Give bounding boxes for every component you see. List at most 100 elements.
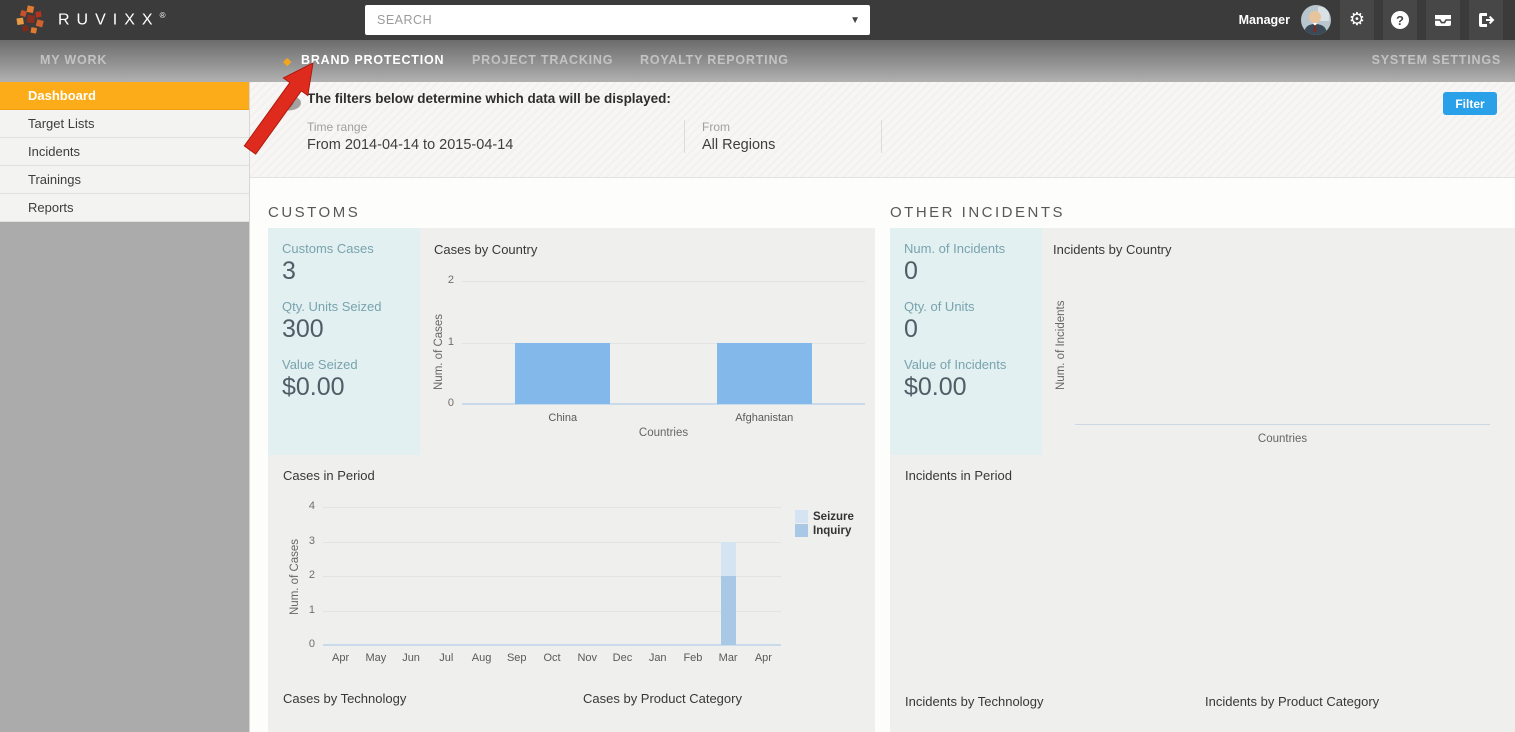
y-tick-label: 2 bbox=[432, 274, 454, 286]
sidebar-item-incidents[interactable]: Incidents bbox=[0, 138, 249, 166]
x-tick-label: Afghanistan bbox=[732, 412, 796, 424]
stat-value: 0 bbox=[904, 257, 1042, 286]
nav-my-work[interactable]: MY WORK bbox=[40, 53, 107, 67]
sign-out-icon bbox=[1476, 11, 1496, 29]
sidebar-item-target-lists[interactable]: Target Lists bbox=[0, 110, 249, 138]
stat-value: $0.00 bbox=[282, 373, 420, 402]
gridline bbox=[323, 611, 781, 612]
filter-field-label: From bbox=[702, 120, 861, 134]
incidents-by-country-chart: Incidents by Country Countries Num. of I… bbox=[1043, 240, 1503, 450]
user-avatar[interactable] bbox=[1301, 5, 1331, 35]
settings-button[interactable]: ⚙ bbox=[1340, 0, 1374, 40]
brand-logo[interactable]: RUVIXX® bbox=[14, 4, 165, 36]
x-axis-label: Countries bbox=[1075, 433, 1490, 445]
gear-icon: ⚙ bbox=[1349, 11, 1365, 29]
nav-royalty-reporting[interactable]: ROYALTY REPORTING bbox=[640, 53, 789, 67]
bar-Afghanistan[interactable] bbox=[717, 343, 812, 405]
incidents-by-technology-title: Incidents by Technology bbox=[905, 694, 1044, 709]
filter-field-label: Time range bbox=[307, 120, 664, 134]
y-tick-label: 0 bbox=[293, 638, 315, 650]
search-input[interactable] bbox=[365, 13, 840, 27]
nav-system-settings[interactable]: SYSTEM SETTINGS bbox=[1372, 53, 1501, 67]
legend-swatch bbox=[795, 510, 808, 523]
customs-panel: Customs Cases 3 Qty. Units Seized 300 Va… bbox=[268, 228, 875, 732]
active-nav-diamond-icon: ◆ bbox=[283, 55, 291, 68]
sidebar: Dashboard Target Lists Incidents Trainin… bbox=[0, 82, 250, 732]
axis-baseline bbox=[1075, 424, 1490, 425]
chart-title: Incidents by Country bbox=[1053, 242, 1172, 257]
logout-button[interactable] bbox=[1469, 0, 1503, 40]
nav-brand-protection[interactable]: BRAND PROTECTION bbox=[301, 53, 444, 67]
filter-bar: The filters below determine which data w… bbox=[250, 82, 1515, 178]
inbox-tray-icon bbox=[1433, 11, 1453, 29]
avatar-photo bbox=[1301, 5, 1331, 35]
y-tick-label: 4 bbox=[293, 500, 315, 512]
y-tick-label: 0 bbox=[432, 397, 454, 409]
gridline bbox=[323, 576, 781, 577]
cases-in-period-chart: Cases in Period 01234AprMayJunJulAugSepO… bbox=[283, 468, 860, 678]
sidebar-item-reports[interactable]: Reports bbox=[0, 194, 249, 222]
nav-project-tracking[interactable]: PROJECT TRACKING bbox=[472, 53, 613, 67]
filter-field-time-range: Time range From 2014-04-14 to 2015-04-14 bbox=[307, 120, 685, 153]
dashboard-content: CUSTOMS OTHER INCIDENTS Customs Cases 3 … bbox=[250, 178, 1515, 732]
stat-value: 3 bbox=[282, 257, 420, 286]
y-axis-label: Num. of Cases bbox=[433, 314, 445, 390]
stat-qty-of-units: Qty. of Units 0 bbox=[890, 286, 1042, 344]
incidents-by-product-category-title: Incidents by Product Category bbox=[1205, 694, 1379, 709]
bar-inquiry-Mar[interactable] bbox=[721, 576, 736, 645]
legend-swatch bbox=[795, 524, 808, 537]
filter-field-region: From All Regions bbox=[685, 120, 882, 153]
stat-label: Value of Incidents bbox=[904, 357, 1042, 372]
incidents-panel: Num. of Incidents 0 Qty. of Units 0 Valu… bbox=[890, 228, 1515, 732]
filter-field-value: From 2014-04-14 to 2015-04-14 bbox=[307, 137, 664, 153]
incidents-stats: Num. of Incidents 0 Qty. of Units 0 Valu… bbox=[890, 228, 1042, 455]
stat-value: $0.00 bbox=[904, 373, 1042, 402]
inbox-button[interactable] bbox=[1426, 0, 1460, 40]
bar-seizure-Mar[interactable] bbox=[721, 542, 736, 577]
chart-plot: 012ChinaAfghanistan bbox=[462, 281, 865, 404]
main-nav: MY WORK ◆ BRAND PROTECTION PROJECT TRACK… bbox=[0, 40, 1515, 82]
chart-title: Cases by Country bbox=[434, 242, 537, 257]
incidents-in-period-title: Incidents in Period bbox=[905, 468, 1012, 483]
stat-customs-cases: Customs Cases 3 bbox=[268, 228, 420, 286]
chart-title: Cases in Period bbox=[283, 468, 375, 483]
stat-label: Qty. of Units bbox=[904, 299, 1042, 314]
y-axis-label: Num. of Cases bbox=[289, 539, 301, 615]
axis-baseline bbox=[323, 644, 781, 646]
stat-label: Num. of Incidents bbox=[904, 241, 1042, 256]
cases-by-technology-title: Cases by Technology bbox=[283, 691, 406, 706]
brand-name: RUVIXX® bbox=[58, 11, 165, 29]
cases-by-product-category-title: Cases by Product Category bbox=[583, 691, 742, 706]
legend-label: Seizure bbox=[813, 511, 854, 523]
stat-value: 300 bbox=[282, 315, 420, 344]
stat-num-incidents: Num. of Incidents 0 bbox=[890, 228, 1042, 286]
stat-label: Qty. Units Seized bbox=[282, 299, 420, 314]
filter-button[interactable]: Filter bbox=[1443, 92, 1497, 115]
stat-value: 0 bbox=[904, 315, 1042, 344]
incidents-section-heading: OTHER INCIDENTS bbox=[890, 204, 1065, 221]
search-dropdown-caret[interactable]: ▼ bbox=[840, 15, 870, 26]
customs-stats: Customs Cases 3 Qty. Units Seized 300 Va… bbox=[268, 228, 420, 455]
stat-label: Value Seized bbox=[282, 357, 420, 372]
global-search: ▼ bbox=[365, 5, 870, 35]
user-name-label[interactable]: Manager bbox=[1239, 13, 1290, 27]
y-axis-label: Num. of Incidents bbox=[1055, 301, 1067, 390]
app-window: RUVIXX® ▼ Manager ⚙ ? bbox=[0, 0, 1515, 732]
registered-mark: ® bbox=[160, 11, 166, 20]
x-axis-label: Countries bbox=[462, 427, 865, 439]
stat-label: Customs Cases bbox=[282, 241, 420, 256]
customs-section-heading: CUSTOMS bbox=[268, 204, 360, 221]
x-tick-label: China bbox=[531, 412, 595, 424]
legend-inquiry: Inquiry bbox=[795, 524, 854, 537]
sidebar-item-trainings[interactable]: Trainings bbox=[0, 166, 249, 194]
x-tick-label: Apr bbox=[731, 652, 795, 664]
sidebar-item-dashboard[interactable]: Dashboard bbox=[0, 82, 249, 110]
stat-value-seized: Value Seized $0.00 bbox=[268, 344, 420, 402]
chart-legend: SeizureInquiry bbox=[795, 510, 854, 538]
cases-by-country-chart: Cases by Country 012ChinaAfghanistan Cou… bbox=[425, 240, 875, 440]
hide-filters-eye-icon[interactable] bbox=[276, 94, 302, 117]
gridline bbox=[462, 281, 865, 282]
bar-China[interactable] bbox=[515, 343, 610, 405]
filter-field-value: All Regions bbox=[702, 137, 861, 153]
help-button[interactable]: ? bbox=[1383, 0, 1417, 40]
